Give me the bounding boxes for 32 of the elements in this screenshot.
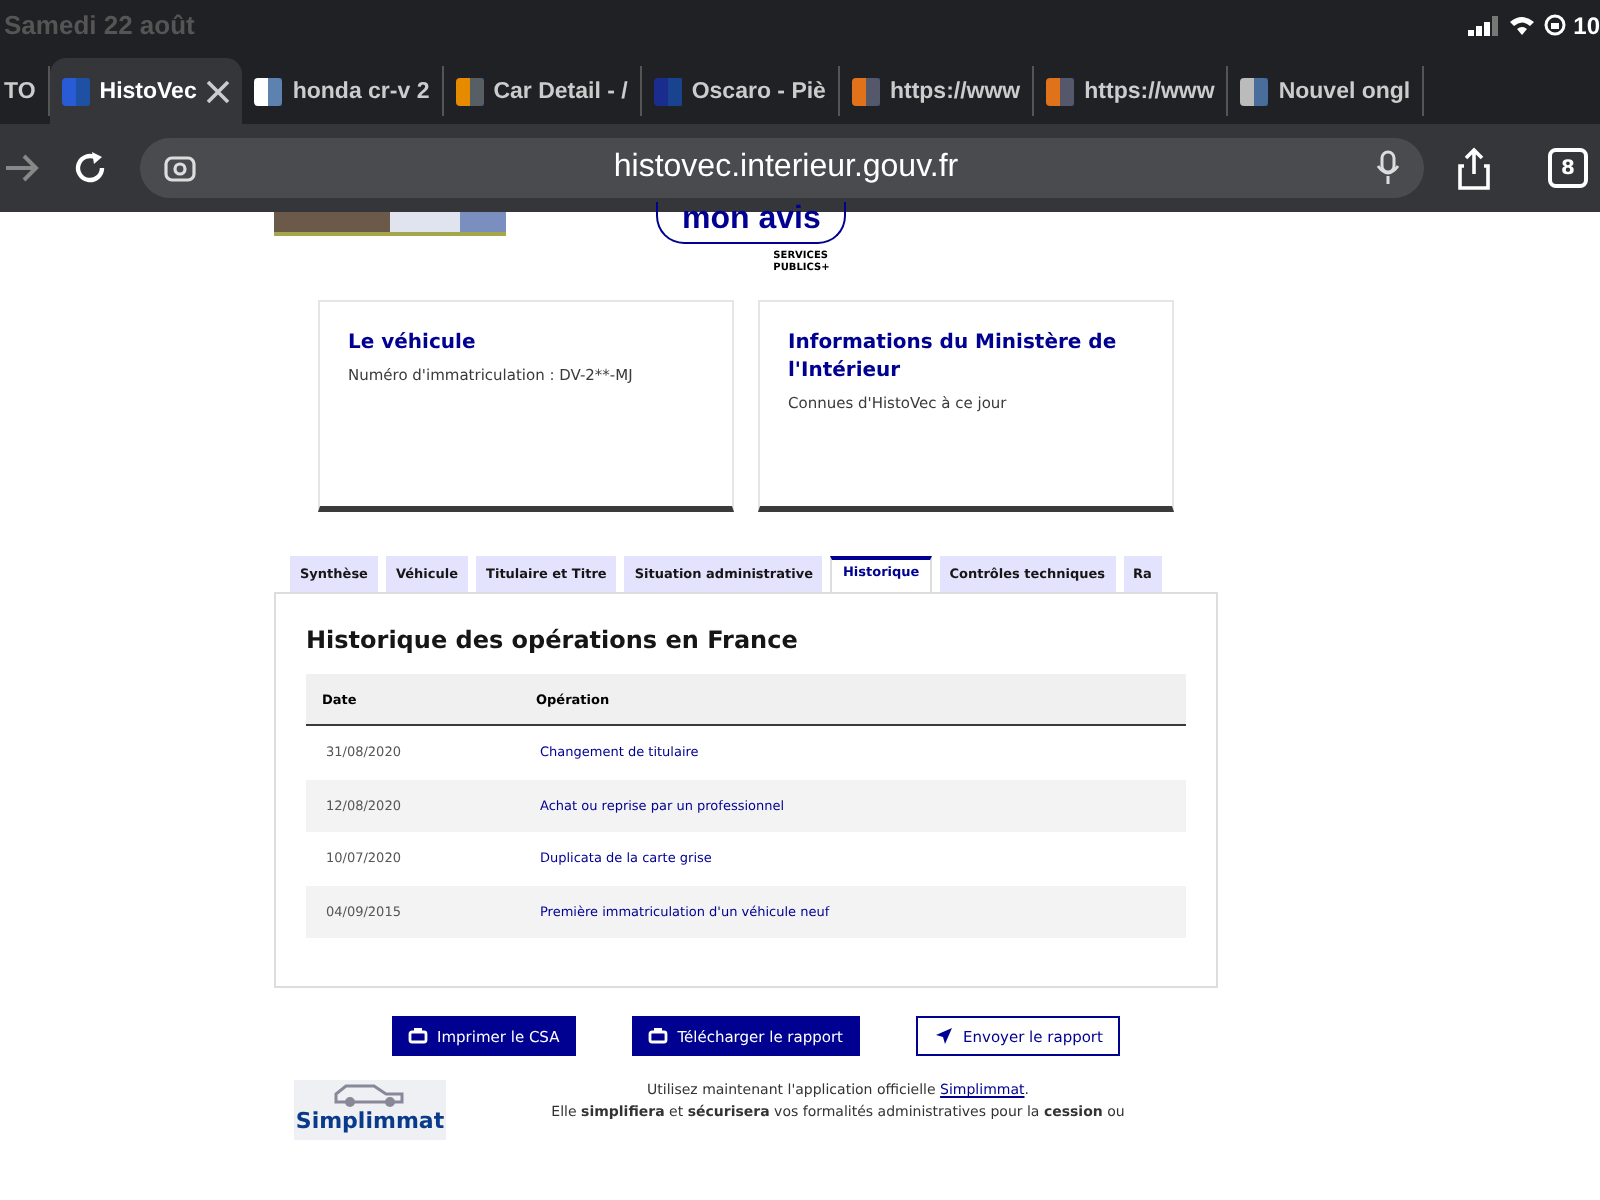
card-title: Informations du Ministère de l'Intérieur (788, 330, 1119, 386)
address-bar[interactable]: histovec.interieur.gouv.fr (140, 138, 1424, 198)
browser-tab[interactable]: Oscaro - Piè (641, 66, 840, 116)
tab-count-button[interactable]: 8 (1548, 148, 1588, 188)
microphone-icon (1376, 150, 1400, 186)
browser-tab[interactable]: https://www (1034, 66, 1229, 116)
browser-tab[interactable]: https://www (839, 66, 1035, 116)
wifi-icon (1507, 14, 1536, 36)
favicon-icon (1240, 77, 1269, 105)
browser-tab[interactable]: Nouvel ongl (1228, 66, 1425, 116)
favicon-icon (254, 77, 283, 105)
favicon-icon (851, 77, 880, 105)
lens-icon (164, 154, 196, 182)
favicon-icon (1046, 77, 1075, 105)
close-icon[interactable] (206, 79, 231, 103)
battery-percent: 10 (1573, 11, 1600, 39)
favicon-icon (653, 77, 682, 105)
send-icon (933, 1026, 954, 1046)
app-logo-text: Simplimmat (295, 1108, 445, 1136)
card-title: Le véhicule (348, 330, 478, 358)
car-icon (330, 1080, 410, 1108)
browser-tab[interactable]: HistoVec (49, 58, 243, 124)
browser-tab[interactable]: honda cr-v 2 (242, 66, 444, 116)
reload-icon[interactable] (72, 150, 108, 186)
signal-icon (1467, 15, 1500, 35)
browser-tab[interactable]: Car Detail - / (443, 66, 642, 116)
favicon-icon (455, 77, 484, 105)
panel-title: Historique des opérations en France (306, 626, 800, 654)
feedback-link[interactable]: mon avis (656, 202, 847, 244)
share-icon[interactable] (1456, 146, 1492, 190)
favicon-icon (61, 77, 90, 105)
forward-arrow-icon[interactable] (4, 154, 40, 182)
